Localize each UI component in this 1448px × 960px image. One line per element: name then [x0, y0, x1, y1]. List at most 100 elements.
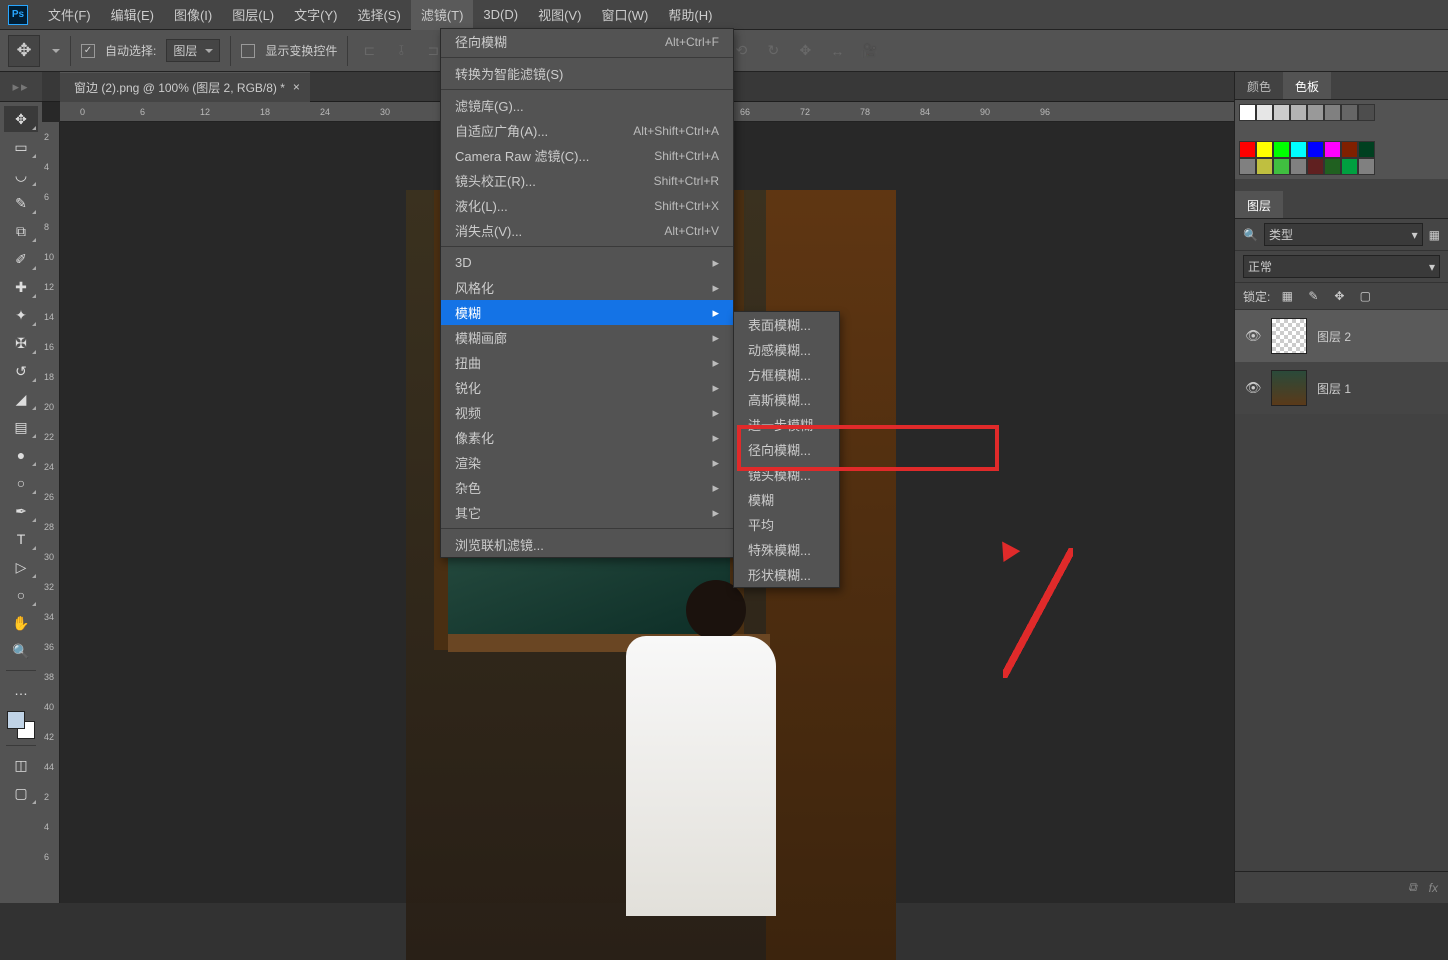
swatch[interactable]: [1358, 104, 1375, 121]
swatch[interactable]: [1307, 158, 1324, 175]
filter-browse-online[interactable]: 浏览联机滤镜...: [441, 532, 733, 557]
swatch[interactable]: [1341, 158, 1358, 175]
color-swatches[interactable]: [7, 711, 35, 739]
crop-tool[interactable]: ⧉: [4, 218, 38, 244]
screen-mode-tool[interactable]: ▢: [4, 780, 38, 806]
menu-layer[interactable]: 图层(L): [222, 0, 284, 30]
eyedropper-tool[interactable]: ✐: [4, 246, 38, 272]
filter-submenu-item[interactable]: 其它▸: [441, 500, 733, 525]
filter-submenu-item[interactable]: 视频▸: [441, 400, 733, 425]
swatch[interactable]: [1256, 141, 1273, 158]
foreground-color-swatch[interactable]: [7, 711, 25, 729]
swatch[interactable]: [1256, 158, 1273, 175]
lock-brush-icon[interactable]: ✎: [1304, 287, 1322, 305]
type-tool[interactable]: T: [4, 526, 38, 552]
blur-item[interactable]: 模糊: [734, 487, 839, 512]
lock-pixels-icon[interactable]: ▦: [1278, 287, 1296, 305]
layer-row[interactable]: 👁图层 2: [1235, 310, 1448, 362]
lock-position-icon[interactable]: ✥: [1330, 287, 1348, 305]
tool-preset-dropdown[interactable]: [52, 49, 60, 53]
filter-submenu-item[interactable]: 渲染▸: [441, 450, 733, 475]
blur-item[interactable]: 方框模糊...: [734, 362, 839, 387]
lock-artboard-icon[interactable]: ▢: [1356, 287, 1374, 305]
swatch[interactable]: [1239, 104, 1256, 121]
menu-filter[interactable]: 滤镜(T): [411, 0, 474, 30]
lasso-tool[interactable]: ◡: [4, 162, 38, 188]
layer-thumbnail[interactable]: [1271, 370, 1307, 406]
swatch[interactable]: [1358, 141, 1375, 158]
zoom-tool[interactable]: 🔍: [4, 638, 38, 664]
filter-item[interactable]: Camera Raw 滤镜(C)...Shift+Ctrl+A: [441, 143, 733, 168]
menu-file[interactable]: 文件(F): [38, 0, 101, 30]
swatch[interactable]: [1290, 141, 1307, 158]
filter-item[interactable]: 消失点(V)...Alt+Ctrl+V: [441, 218, 733, 243]
swatch[interactable]: [1273, 104, 1290, 121]
swatch[interactable]: [1324, 141, 1341, 158]
3d-pan-icon[interactable]: ✥: [794, 40, 816, 62]
menu-view[interactable]: 视图(V): [528, 0, 591, 30]
marquee-tool[interactable]: ▭: [4, 134, 38, 160]
tab-color[interactable]: 颜色: [1235, 72, 1283, 99]
current-tool-indicator[interactable]: ✥: [8, 35, 40, 67]
filter-convert-smart[interactable]: 转换为智能滤镜(S): [441, 61, 733, 86]
3d-roll-icon[interactable]: ↻: [762, 40, 784, 62]
layer-row[interactable]: 👁图层 1: [1235, 362, 1448, 414]
menu-edit[interactable]: 编辑(E): [101, 0, 164, 30]
menu-image[interactable]: 图像(I): [164, 0, 222, 30]
filter-item[interactable]: 液化(L)...Shift+Ctrl+X: [441, 193, 733, 218]
blur-item[interactable]: 高斯模糊...: [734, 387, 839, 412]
show-transform-checkbox[interactable]: [241, 44, 255, 58]
ruler-vertical[interactable]: 2468101214161820222426283032343638404244…: [42, 122, 60, 903]
brush-tool[interactable]: ✦: [4, 302, 38, 328]
dodge-tool[interactable]: ○: [4, 470, 38, 496]
filter-submenu-item[interactable]: 像素化▸: [441, 425, 733, 450]
quick-mask-tool[interactable]: ◫: [4, 752, 38, 778]
menu-3d[interactable]: 3D(D): [473, 1, 528, 28]
blur-item[interactable]: 特殊模糊...: [734, 537, 839, 562]
toolbar-header[interactable]: ▸▸: [0, 72, 42, 102]
swatch[interactable]: [1273, 158, 1290, 175]
auto-select-target[interactable]: 图层: [166, 39, 220, 62]
auto-select-checkbox[interactable]: [81, 44, 95, 58]
swatch[interactable]: [1307, 141, 1324, 158]
layer-filter-type[interactable]: 类型▾: [1264, 223, 1423, 246]
layer-thumbnail[interactable]: [1271, 318, 1307, 354]
filter-item[interactable]: 自适应广角(A)...Alt+Shift+Ctrl+A: [441, 118, 733, 143]
menu-window[interactable]: 窗口(W): [591, 0, 658, 30]
filter-submenu-item[interactable]: 模糊▸: [441, 300, 733, 325]
clone-tool[interactable]: ✠: [4, 330, 38, 356]
swatch[interactable]: [1273, 141, 1290, 158]
tab-layers[interactable]: 图层: [1235, 191, 1283, 218]
healing-tool[interactable]: ✚: [4, 274, 38, 300]
swatch[interactable]: [1290, 158, 1307, 175]
swatch[interactable]: [1239, 158, 1256, 175]
visibility-icon[interactable]: 👁: [1245, 328, 1261, 344]
quick-select-tool[interactable]: ✎: [4, 190, 38, 216]
edit-toolbar[interactable]: …: [4, 677, 38, 703]
hand-tool[interactable]: ✋: [4, 610, 38, 636]
3d-slide-icon[interactable]: ↔: [826, 40, 848, 62]
swatch[interactable]: [1290, 104, 1307, 121]
history-brush-tool[interactable]: ↺: [4, 358, 38, 384]
blur-item[interactable]: 平均: [734, 512, 839, 537]
filter-submenu-item[interactable]: 扭曲▸: [441, 350, 733, 375]
close-tab-icon[interactable]: ×: [293, 80, 300, 94]
blur-item[interactable]: 形状模糊...: [734, 562, 839, 587]
swatch[interactable]: [1358, 158, 1375, 175]
blur-item[interactable]: 表面模糊...: [734, 312, 839, 337]
filter-item[interactable]: 滤镜库(G)...: [441, 93, 733, 118]
swatch[interactable]: [1341, 104, 1358, 121]
filter-submenu-item[interactable]: 模糊画廊▸: [441, 325, 733, 350]
align-left-icon[interactable]: ⊏: [358, 40, 380, 62]
filter-submenu-item[interactable]: 锐化▸: [441, 375, 733, 400]
filter-last[interactable]: 径向模糊 Alt+Ctrl+F: [441, 29, 733, 54]
swatch[interactable]: [1341, 141, 1358, 158]
shape-tool[interactable]: ○: [4, 582, 38, 608]
menu-select[interactable]: 选择(S): [347, 0, 410, 30]
menu-type[interactable]: 文字(Y): [284, 0, 347, 30]
filter-submenu-item[interactable]: 杂色▸: [441, 475, 733, 500]
gradient-tool[interactable]: ▤: [4, 414, 38, 440]
blur-tool[interactable]: ●: [4, 442, 38, 468]
filter-submenu-item[interactable]: 风格化▸: [441, 275, 733, 300]
layer-fx-icon[interactable]: fx: [1429, 881, 1438, 895]
